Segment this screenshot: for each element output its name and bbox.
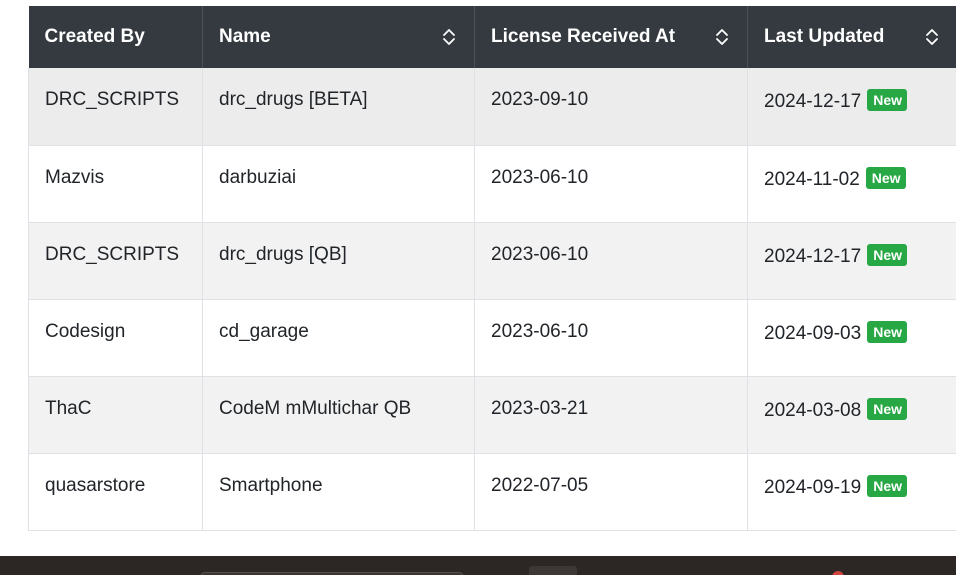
- cell-name: cd_garage: [202, 299, 475, 377]
- table-row: DRC_SCRIPTS drc_drugs [QB] 2023-06-10 20…: [28, 222, 956, 300]
- new-badge: New: [867, 320, 907, 343]
- cell-name: darbuziai: [202, 145, 475, 223]
- new-badge: New: [867, 397, 907, 420]
- cell-created-by: Codesign: [28, 299, 203, 377]
- last-updated-date: 2024-03-08: [764, 399, 862, 421]
- new-badge: New: [867, 474, 907, 497]
- cell-license-received-at: 2023-03-21: [474, 376, 748, 454]
- cell-name: Smartphone: [202, 453, 475, 531]
- new-badge: New: [867, 243, 907, 266]
- page: Created By Name License Received At Last…: [0, 0, 956, 575]
- cell-license-received-at: 2023-06-10: [474, 145, 748, 223]
- column-header-license-received-at[interactable]: License Received At: [474, 6, 748, 68]
- cell-license-received-at: 2023-09-10: [474, 68, 748, 146]
- last-updated-date: 2024-12-17: [764, 91, 862, 112]
- table-row: Mazvis darbuziai 2023-06-10 2024-11-02 Ne…: [28, 145, 956, 223]
- cell-last-updated: 2024-09-19 New: [747, 453, 956, 531]
- cell-created-by: DRC_SCRIPTS: [28, 68, 203, 146]
- cell-name: drc_drugs [QB]: [202, 222, 475, 300]
- table-body: DRC_SCRIPTS drc_drugs [BETA] 2023-09-10 …: [28, 68, 956, 531]
- column-header-label: Created By: [44, 26, 145, 47]
- cell-license-received-at: 2022-07-05: [474, 453, 748, 531]
- cell-last-updated: 2024-03-08 New: [747, 376, 956, 454]
- taskbar-app-button[interactable]: [529, 566, 577, 575]
- taskbar: [0, 556, 956, 575]
- last-updated-date: 2024-09-19: [764, 476, 862, 498]
- sort-icon[interactable]: [442, 27, 456, 47]
- licenses-table: Created By Name License Received At Last…: [28, 6, 956, 531]
- table-row: Codesign cd_garage 2023-06-10 2024-09-03…: [28, 299, 956, 377]
- cell-last-updated: 2024-12-17 New: [747, 222, 956, 300]
- sort-icon[interactable]: [715, 27, 729, 47]
- column-header-last-updated[interactable]: Last Updated: [747, 6, 956, 68]
- new-badge: New: [865, 166, 906, 189]
- cell-last-updated: 2024-09-03 New: [747, 299, 956, 377]
- cell-created-by: quasarstore: [28, 453, 203, 531]
- column-header-label: Name: [219, 26, 271, 47]
- column-header-label: Last Updated: [764, 26, 885, 47]
- licenses-table-container: Created By Name License Received At Last…: [28, 6, 956, 531]
- column-header-label: License Received At: [491, 26, 676, 47]
- cell-name: drc_drugs [BETA]: [202, 68, 475, 146]
- new-badge: New: [867, 89, 907, 111]
- last-updated-date: 2024-12-17: [764, 245, 862, 267]
- sort-icon[interactable]: [925, 27, 939, 47]
- cell-name: CodeM mMultichar QB: [202, 376, 475, 454]
- table-row: DRC_SCRIPTS drc_drugs [BETA] 2023-09-10 …: [28, 68, 956, 146]
- last-updated-date: 2024-11-02: [764, 168, 860, 190]
- column-header-created-by: Created By: [28, 6, 203, 68]
- cell-license-received-at: 2023-06-10: [474, 222, 748, 300]
- cell-license-received-at: 2023-06-10: [474, 299, 748, 377]
- last-updated-date: 2024-09-03: [764, 322, 862, 344]
- column-header-name[interactable]: Name: [202, 6, 475, 68]
- cell-created-by: DRC_SCRIPTS: [28, 222, 203, 300]
- table-row: ThaC CodeM mMultichar QB 2023-03-21 2024…: [28, 376, 956, 454]
- cell-created-by: Mazvis: [28, 145, 203, 223]
- cell-last-updated: 2024-11-02 New: [747, 145, 956, 223]
- table-header: Created By Name License Received At Last…: [28, 6, 956, 68]
- cell-last-updated: 2024-12-17 New: [747, 68, 956, 146]
- table-row: quasarstore Smartphone 2022-07-05 2024-0…: [28, 453, 956, 531]
- cell-created-by: ThaC: [28, 376, 203, 454]
